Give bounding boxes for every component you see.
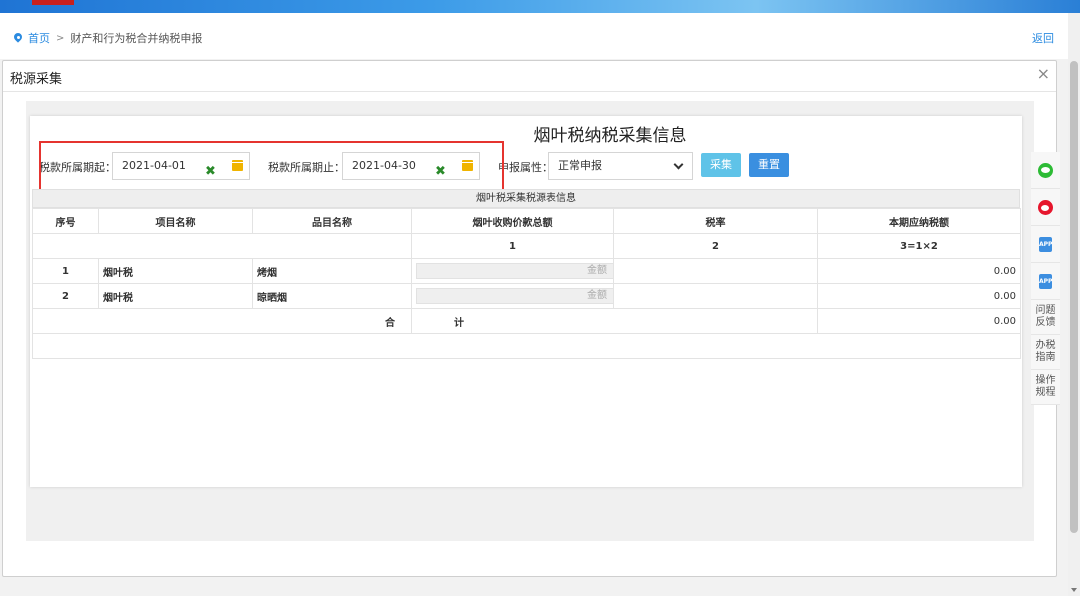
breadcrumb-home-link[interactable]: 首页 [28, 30, 50, 46]
side-toolbar: APP APP 问题反馈 办税指南 操作规程 [1031, 152, 1060, 405]
row-index: 1 [32, 258, 99, 284]
empty-row [32, 333, 1021, 359]
report-type-select[interactable]: 正常申报 [548, 152, 693, 180]
formula-col-1: 1 [411, 233, 614, 259]
row-category: 晾晒烟 [252, 283, 412, 309]
row-amount-cell: 金额 [411, 283, 614, 309]
col-header-amount: 烟叶收购价款总额 [411, 208, 614, 234]
row-rate [613, 258, 818, 284]
calendar-start-icon[interactable] [232, 160, 243, 171]
total-value: 0.00 [817, 308, 1021, 334]
wechat-button[interactable] [1031, 152, 1060, 189]
row-category: 烤烟 [252, 258, 412, 284]
report-type-label: 申报属性： [498, 161, 553, 174]
modal-header: 税源采集 × [3, 61, 1056, 92]
formula-col-3: 3=1×2 [817, 233, 1021, 259]
total-label-2: 计 [411, 308, 818, 334]
form-title: 烟叶税纳税采集信息 [533, 126, 687, 146]
breadcrumb: 首页 > 财产和行为税合并纳税申报 [14, 30, 202, 46]
row-tax: 0.00 [817, 283, 1021, 309]
procedure-button[interactable]: 操作规程 [1031, 370, 1060, 405]
calendar-end-icon[interactable] [462, 160, 473, 171]
formula-row: 1 2 3=1×2 [32, 233, 1021, 259]
formula-col-2: 2 [613, 233, 818, 259]
app-button-1[interactable]: APP [1031, 226, 1060, 263]
breadcrumb-separator: > [56, 32, 65, 44]
period-start-label: 税款所属期起： [39, 161, 116, 174]
feedback-button[interactable]: 问题反馈 [1031, 300, 1060, 335]
tax-source-modal: 税源采集 × 烟叶税纳税采集信息 税款所属期起： 2021-04-01 ✖ 税款… [2, 60, 1057, 577]
formula-blank [32, 233, 412, 259]
location-pin-icon [14, 33, 22, 43]
top-banner [0, 0, 1080, 13]
app-button-2[interactable]: APP [1031, 263, 1060, 300]
chevron-down-icon [673, 159, 684, 170]
form-panel: 烟叶税纳税采集信息 税款所属期起： 2021-04-01 ✖ 税款所属期止： 2… [30, 116, 1022, 487]
total-label-1: 合 [32, 308, 412, 334]
page-scrollbar[interactable] [1068, 13, 1080, 596]
back-link[interactable]: 返回 [1032, 30, 1054, 46]
breadcrumb-current: 财产和行为税合并纳税申报 [70, 32, 203, 45]
col-header-rate: 税率 [613, 208, 818, 234]
table-header-row: 序号 项目名称 品目名称 烟叶收购价款总额 税率 本期应纳税额 [32, 208, 1021, 234]
row-item: 烟叶税 [98, 258, 253, 284]
table-row: 1 烟叶税 烤烟 金额 0.00 [32, 258, 1021, 284]
period-end-label: 税款所属期止： [268, 161, 345, 174]
col-header-category: 品目名称 [252, 208, 412, 234]
weibo-icon [1038, 199, 1053, 215]
row-item: 烟叶税 [98, 283, 253, 309]
period-start-value: 2021-04-01 [122, 159, 186, 172]
app-icon: APP [1039, 273, 1052, 289]
report-type-value: 正常申报 [558, 159, 602, 172]
col-header-tax: 本期应纳税额 [817, 208, 1021, 234]
empty-cell [32, 333, 1021, 359]
row-tax: 0.00 [817, 258, 1021, 284]
period-start-input[interactable]: 2021-04-01 ✖ [112, 152, 250, 180]
guide-label: 办税指南 [1035, 340, 1056, 363]
tax-source-table: 序号 项目名称 品目名称 烟叶收购价款总额 税率 本期应纳税额 1 2 3=1×… [32, 208, 1021, 359]
modal-title: 税源采集 [10, 72, 63, 87]
wechat-icon [1038, 162, 1053, 178]
total-row: 合 计 0.00 [32, 308, 1021, 334]
amount-input[interactable]: 金额 [416, 288, 614, 304]
row-rate [613, 283, 818, 309]
close-icon[interactable]: × [1037, 64, 1050, 84]
period-end-input[interactable]: 2021-04-30 ✖ [342, 152, 480, 180]
clear-start-icon[interactable]: ✖ [205, 159, 216, 185]
row-index: 2 [32, 283, 99, 309]
col-header-item: 项目名称 [98, 208, 253, 234]
scroll-down-arrow-icon[interactable] [1071, 588, 1077, 592]
guide-button[interactable]: 办税指南 [1031, 335, 1060, 370]
row-amount-cell: 金额 [411, 258, 614, 284]
amount-input[interactable]: 金额 [416, 263, 614, 279]
app-icon: APP [1039, 236, 1052, 252]
clear-end-icon[interactable]: ✖ [435, 159, 446, 185]
period-end-value: 2021-04-30 [352, 159, 416, 172]
scroll-thumb[interactable] [1070, 61, 1078, 533]
breadcrumb-bar: 首页 > 财产和行为税合并纳税申报 返回 [0, 13, 1068, 59]
logo-fragment [32, 0, 74, 5]
table-caption: 烟叶税采集税源表信息 [32, 189, 1020, 208]
weibo-button[interactable] [1031, 189, 1060, 226]
feedback-label: 问题反馈 [1035, 305, 1056, 328]
filter-row: 税款所属期起： 2021-04-01 ✖ 税款所属期止： 2021-04-30 … [30, 151, 1022, 181]
table-row: 2 烟叶税 晾晒烟 金额 0.00 [32, 283, 1021, 309]
procedure-label: 操作规程 [1035, 375, 1056, 398]
collect-button[interactable]: 采集 [701, 153, 741, 177]
col-header-index: 序号 [32, 208, 99, 234]
reset-button[interactable]: 重置 [749, 153, 789, 177]
